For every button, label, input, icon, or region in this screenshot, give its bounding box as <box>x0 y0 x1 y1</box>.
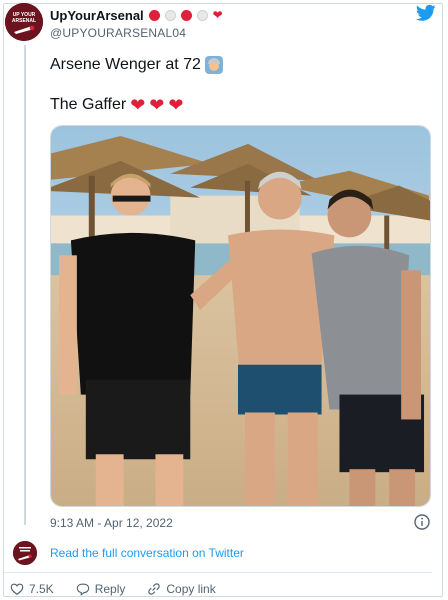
red-heart-icon: ❤ <box>149 95 165 115</box>
beach-photo-illustration <box>51 126 430 506</box>
old-man-emoji-icon <box>204 56 223 74</box>
thread-line <box>24 45 26 525</box>
read-conversation-link[interactable]: Read the full conversation on Twitter <box>50 546 244 560</box>
tweet-text-line-2: The Gaffer ❤ ❤ ❤ <box>50 96 183 114</box>
tweet-text-line-1: Arsene Wenger at 72 <box>50 56 223 74</box>
like-button[interactable]: 7.5K <box>10 582 54 596</box>
tweet-photo[interactable] <box>50 125 431 507</box>
red-heart-icon: ❤ <box>168 95 184 115</box>
twitter-bird-icon[interactable] <box>416 4 436 22</box>
user-avatar[interactable]: UP YOUR ARSENAL <box>5 3 43 41</box>
like-count: 7.5K <box>29 582 54 596</box>
svg-text:ARSENAL: ARSENAL <box>12 18 36 24</box>
copy-link-label: Copy link <box>166 582 216 596</box>
info-icon[interactable] <box>414 514 430 530</box>
reply-label: Reply <box>94 582 126 596</box>
tweet-actions: 7.5K Reply Copy link <box>10 582 238 596</box>
red-circle-icon <box>180 10 192 21</box>
user-handle[interactable]: @UPYOURARSENAL04 <box>50 26 186 40</box>
user-name-row[interactable]: UpYourArsenal ❤ <box>50 8 223 23</box>
arsenal-logo-icon <box>13 541 37 565</box>
link-icon <box>148 583 161 595</box>
arsenal-logo-icon: UP YOUR ARSENAL <box>5 3 43 41</box>
red-circle-icon <box>148 10 160 21</box>
white-circle-icon <box>196 10 208 21</box>
tweet-timestamp[interactable]: 9:13 AM - Apr 12, 2022 <box>50 516 173 530</box>
divider <box>4 572 432 573</box>
reply-bubble-icon <box>76 583 89 596</box>
red-heart-icon: ❤ <box>212 8 223 22</box>
copy-link-button[interactable]: Copy link <box>147 582 216 596</box>
display-name[interactable]: UpYourArsenal <box>50 8 144 23</box>
tweet-text: Arsene Wenger at 72 <box>50 56 201 73</box>
red-heart-icon: ❤ <box>130 95 146 115</box>
tweet-text: The Gaffer <box>50 96 127 113</box>
reply-button[interactable]: Reply <box>76 582 126 596</box>
user-avatar-small[interactable] <box>13 541 37 565</box>
heart-icon <box>10 583 24 595</box>
white-circle-icon <box>164 10 176 21</box>
